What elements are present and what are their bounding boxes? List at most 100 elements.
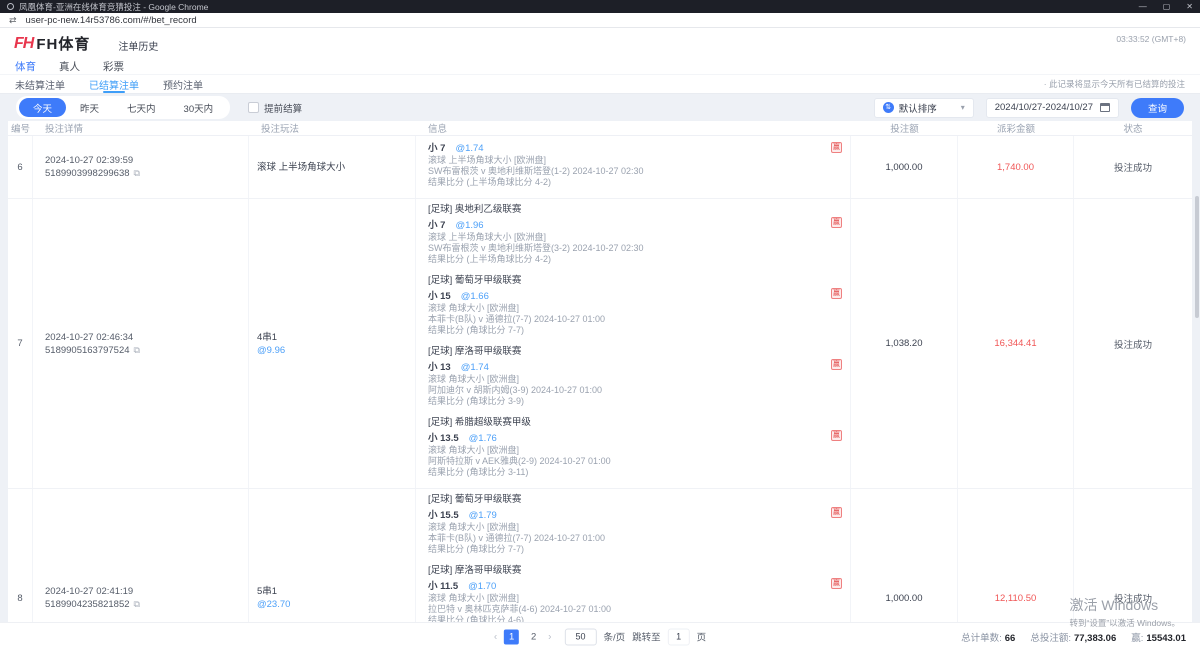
total-count: 总计单数:66	[961, 630, 1015, 644]
url-bar[interactable]: ⇄ user-pc-new.14r53786.com/#/bet_record	[0, 13, 1200, 28]
play-type-text: 5串1	[257, 585, 415, 598]
copy-icon[interactable]: ⧉	[134, 168, 140, 178]
cell-payout: 16,344.41	[958, 199, 1074, 488]
play-type-text: 4串1	[257, 331, 415, 344]
leg-market: 滚球 上半场角球大小 [欧洲盘]	[428, 232, 806, 243]
leg-league: [足球] 葡萄牙甲级联赛	[428, 275, 806, 287]
odds-text: @1.79	[469, 510, 497, 521]
win-badge: 赢	[831, 359, 842, 370]
pick-text: 小 11.5	[428, 581, 458, 592]
table-header: 编号投注详情投注玩法信息投注额派彩金额状态	[8, 121, 1192, 136]
bet-leg: [足球] 葡萄牙甲级联赛小 15.5@1.79滚球 角球大小 [欧洲盘]本菲卡(…	[428, 494, 850, 555]
bet-time: 2024-10-27 02:41:19	[45, 585, 248, 598]
early-settle-filter[interactable]: 提前结算	[248, 101, 302, 115]
leg-match: 拉巴特 v 奥林匹克萨菲(4-6) 2024-10-27 01:00	[428, 604, 806, 615]
leg-league: [足球] 摩洛哥甲级联赛	[428, 565, 806, 577]
odds-text: @1.74	[461, 362, 489, 373]
bet-id: 5189905163797524⧉	[45, 344, 248, 357]
early-settle-label: 提前结算	[264, 101, 302, 115]
bet-time: 2024-10-27 02:39:59	[45, 154, 248, 167]
settled-note: · 此记录将显示今天所有已结算的投注	[1044, 78, 1185, 90]
date-range-pills: 今天昨天七天内30天内	[16, 96, 230, 119]
sort-select[interactable]: ⇅ 默认排序 ▾	[874, 98, 974, 118]
filter-row: 今天昨天七天内30天内 提前结算 ⇅ 默认排序 ▾ 2024/10/27-202…	[0, 94, 1200, 121]
window-title: 凤凰体育-亚洲在线体育竞猜投注 - Google Chrome	[19, 1, 208, 13]
jump-page-input[interactable]	[668, 628, 690, 645]
range-pill-昨天[interactable]: 昨天	[66, 98, 113, 117]
page-size-input[interactable]	[565, 628, 597, 645]
leg-pick-line: 小 11.5 @1.70	[428, 579, 806, 592]
bet-leg: 小 7@1.74滚球 上半场角球大小 [欧洲盘]SW布雷根茨 v 奥地利维斯塔登…	[428, 141, 850, 188]
pick-text: 小 13.5	[428, 433, 459, 444]
prev-page-button[interactable]: ‹	[494, 631, 497, 642]
cell-number: 7	[8, 199, 33, 488]
server-time: 03:33:52 (GMT+8)	[1116, 34, 1186, 44]
tab-彩票[interactable]: 彩票	[103, 59, 124, 74]
leg-market: 滚球 角球大小 [欧洲盘]	[428, 303, 806, 314]
cell-bet-detail: 2024-10-27 02:46:345189905163797524⧉	[33, 199, 249, 488]
bet-table: 编号投注详情投注玩法信息投注额派彩金额状态 62024-10-27 02:39:…	[8, 121, 1192, 650]
scrollbar[interactable]	[1195, 196, 1199, 318]
range-pill-30天内[interactable]: 30天内	[170, 98, 228, 117]
maximize-button[interactable]: ▢	[1163, 2, 1171, 11]
odds-text: @1.74	[455, 143, 483, 154]
bet-leg: [足球] 葡萄牙甲级联赛小 15@1.66滚球 角球大小 [欧洲盘]本菲卡(B队…	[428, 275, 850, 336]
minimize-button[interactable]: —	[1139, 2, 1147, 11]
odds-text: @1.70	[468, 581, 496, 592]
search-button[interactable]: 查询	[1131, 98, 1184, 118]
tab-真人[interactable]: 真人	[59, 59, 80, 74]
cell-bet-detail: 2024-10-27 02:39:595189903998299638 ⧉	[33, 136, 249, 198]
date-range-input[interactable]: 2024/10/27-2024/10/27	[986, 98, 1119, 118]
page-button-2[interactable]: 2	[526, 629, 541, 644]
calendar-icon[interactable]	[1100, 103, 1110, 112]
leg-league: [足球] 葡萄牙甲级联赛	[428, 494, 806, 506]
leg-league: [足球] 希腊超级联赛甲级	[428, 417, 806, 429]
leg-pick-line: 小 7@1.96	[428, 218, 806, 231]
leg-match: 本菲卡(B队) v 通德拉(7-7) 2024-10-27 01:00	[428, 533, 806, 544]
leg-pick-line: 小 7@1.74	[428, 141, 806, 154]
next-page-button[interactable]: ›	[548, 631, 551, 642]
subtab-已结算注单[interactable]: 已结算注单	[89, 75, 139, 93]
page-button-1[interactable]: 1	[504, 629, 519, 644]
pagination: ‹12›条/页跳转至页	[494, 628, 706, 645]
cell-play-type: 滚球 上半场角球大小	[249, 136, 416, 198]
close-button[interactable]: ✕	[1186, 2, 1193, 11]
pick-text: 小 7	[428, 220, 445, 231]
bet-leg: [足球] 摩洛哥甲级联赛小 13@1.74滚球 角球大小 [欧洲盘]阿加迪尔 v…	[428, 346, 850, 407]
url-text[interactable]: user-pc-new.14r53786.com/#/bet_record	[26, 15, 197, 26]
subtab-预约注单[interactable]: 预约注单	[163, 75, 203, 93]
per-page-label: 条/页	[604, 630, 626, 644]
range-pill-今天[interactable]: 今天	[19, 98, 66, 117]
leg-result: 结果比分 (角球比分 7-7)	[428, 325, 806, 336]
secondary-tabbar: 未结算注单 已结算注单 预约注单 · 此记录将显示今天所有已结算的投注	[0, 75, 1200, 94]
leg-market: 滚球 角球大小 [欧洲盘]	[428, 593, 806, 604]
tab-体育[interactable]: 体育	[15, 59, 36, 74]
bet-time: 2024-10-27 02:46:34	[45, 331, 248, 344]
bet-leg: [足球] 摩洛哥甲级联赛小 11.5 @1.70滚球 角球大小 [欧洲盘]拉巴特 …	[428, 565, 850, 626]
leg-league: [足球] 摩洛哥甲级联赛	[428, 346, 806, 358]
table-row: 72024-10-27 02:46:345189905163797524⧉4串1…	[8, 199, 1192, 489]
column-header: 投注额	[851, 121, 958, 135]
primary-tabs: 体育 真人 彩票	[0, 59, 1200, 75]
leg-league: [足球] 奥地利乙级联赛	[428, 204, 806, 216]
range-pill-七天内[interactable]: 七天内	[113, 98, 170, 117]
win-badge: 赢	[831, 578, 842, 589]
column-header: 投注详情	[33, 121, 249, 135]
copy-icon[interactable]: ⧉	[134, 599, 140, 609]
totals-summary: 总计单数:66 总投注额:77,383.06 赢:15543.01	[961, 630, 1186, 644]
leg-market: 滚球 角球大小 [欧洲盘]	[428, 522, 806, 533]
early-settle-checkbox[interactable]	[248, 102, 259, 113]
page-favicon-icon	[7, 3, 14, 10]
leg-match: 阿斯特拉斯 v AEK雅典(2-9) 2024-10-27 01:00	[428, 456, 806, 467]
total-win: 赢:15543.01	[1131, 630, 1186, 644]
leg-match: 阿加迪尔 v 胡斯内姆(3-9) 2024-10-27 01:00	[428, 385, 806, 396]
bet-id-text: 5189903998299638	[45, 168, 130, 179]
secondary-tabs: 未结算注单 已结算注单 预约注单	[15, 75, 227, 93]
leg-result: 结果比分 (角球比分 3-9)	[428, 396, 806, 407]
cell-status: 投注成功	[1074, 199, 1192, 488]
bet-id: 5189903998299638 ⧉	[45, 167, 248, 180]
tab-switch-icon[interactable]: ⇄	[9, 15, 17, 26]
copy-icon[interactable]: ⧉	[134, 345, 140, 355]
subtab-未结算注单[interactable]: 未结算注单	[15, 75, 65, 93]
leg-match: SW布雷根茨 v 奥地利维斯塔登(1-2) 2024-10-27 02:30	[428, 166, 806, 177]
